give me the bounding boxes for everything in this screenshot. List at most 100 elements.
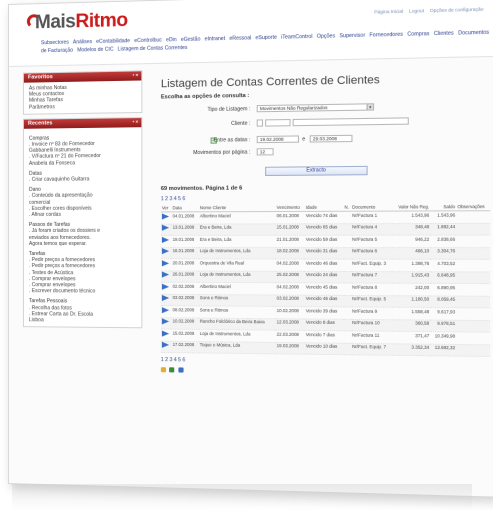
table-cell: 16.01.2008 [171, 247, 198, 259]
view-arrow-icon[interactable] [162, 271, 169, 277]
table-row[interactable]: 17.02.2008 Toque e Música, Lda 19.03.2008 V… [161, 341, 490, 357]
table-cell: 03.02.2008 [171, 294, 198, 306]
view-arrow-icon[interactable] [162, 283, 169, 289]
topnav-item[interactable]: eGestão [181, 36, 201, 43]
link-logout[interactable]: Logout [409, 8, 424, 14]
table-cell [343, 343, 351, 355]
topnav-item[interactable]: Análises [73, 39, 92, 45]
table-row[interactable]: 16.01.2008 Loja de Instrumentos, Lda 18.02… [161, 247, 490, 259]
table-cell: 21.01.2008 [276, 235, 305, 247]
recentes-item[interactable]: Lisboa [29, 317, 136, 324]
top-nav: Subsectores Análises eContabilidade eContro… [41, 29, 484, 56]
cliente-name-field[interactable] [293, 117, 409, 126]
view-arrow-icon[interactable] [162, 342, 169, 348]
table-cell: Vencido 39 dias [305, 307, 344, 319]
page-reflection [12, 484, 472, 510]
movimentos-field[interactable]: 12 [257, 148, 274, 155]
topnav-item[interactable]: Clientes [434, 30, 454, 37]
recentes-item[interactable]: Anabela da Fonseca [29, 159, 136, 166]
table-cell: Vencido 24 dias [305, 271, 344, 283]
table-cell: Vencido 46 dias [305, 295, 344, 307]
pager-bottom[interactable]: 1 2 3 4 5 6 [161, 357, 490, 368]
table-cell [161, 212, 172, 224]
topnav-item[interactable]: eContabilidade [96, 38, 130, 45]
topnav-item[interactable]: iTeamControl [281, 34, 312, 41]
topnav-item[interactable]: Supervisor [339, 33, 365, 40]
recentes-item[interactable]: . Criar cavaquinho Guitarra [29, 176, 136, 183]
recentes-item[interactable]: Agora temos que esperar. [29, 241, 136, 247]
table-cell [161, 259, 172, 271]
table-cell [456, 235, 490, 247]
table-cell: Loja de Instrumentos, Lda [199, 271, 276, 283]
view-arrow-icon[interactable] [162, 260, 169, 266]
submit-row: Extracto [161, 165, 490, 176]
view-arrow-icon[interactable] [162, 236, 169, 242]
link-settings[interactable]: Opções de configuração [430, 7, 484, 14]
pdf-icon[interactable] [178, 367, 183, 372]
table-row[interactable]: 19.01.2008 Era e Beira, Lda 21.01.2008 Venc… [161, 235, 490, 247]
topnav-item[interactable]: Fornecedores [369, 32, 402, 39]
extracto-button[interactable]: Extracto [265, 166, 367, 176]
table-cell: 1.915,43 [392, 271, 430, 283]
cliente-lookup-icon[interactable] [257, 119, 263, 126]
table-cell: Loja de Instrumentos, Lda [199, 247, 276, 259]
topnav-item[interactable]: eRessoal [229, 35, 251, 42]
table-cell: 3.352,34 [392, 343, 430, 355]
topnav-item[interactable]: Compras [407, 31, 429, 38]
panel-controls-icon[interactable]: • × [133, 119, 139, 124]
table-cell: Nr/Factura 10 [351, 319, 392, 331]
topnav-item[interactable]: eSuporte [255, 35, 276, 42]
chevron-down-icon[interactable]: ▾ [367, 104, 373, 109]
topnav-item[interactable]: eIntranet [205, 36, 226, 43]
cliente-row: Cliente : [161, 116, 490, 129]
topnav-item[interactable]: Subsectores [41, 40, 69, 47]
table-cell: 9.617,93 [430, 307, 456, 319]
table-header-cell: Saldo [430, 203, 456, 211]
topnav-item[interactable]: Opções [317, 33, 335, 40]
table-cell: Orquestra de Vila Real [199, 259, 276, 271]
header: MaisRitmo Página Inicial Logout Opções d… [9, 0, 493, 67]
table-header-cell: Observações [456, 203, 490, 211]
table-cell: 1.892,44 [430, 223, 456, 235]
table-cell [456, 259, 490, 271]
table-cell: 13.01.2008 [171, 224, 198, 236]
table-cell: 1.543,96 [392, 211, 430, 223]
table-cell [161, 306, 172, 318]
date-from-field[interactable]: 19.02.2008 [257, 135, 299, 143]
table-row[interactable]: 13.01.2008 Era e Beira, Lda 15.01.2008 Venc… [161, 223, 490, 235]
recentes-item[interactable]: . Escrever documento técnico [29, 288, 136, 295]
view-arrow-icon[interactable] [162, 225, 169, 231]
table-cell: Vencido 59 dias [305, 235, 344, 247]
topnav-item[interactable]: Listagem de Contas Correntes [118, 45, 188, 53]
topnav-item[interactable]: Modelos de CIC [77, 47, 113, 54]
view-arrow-icon[interactable] [162, 213, 169, 219]
link-home[interactable]: Página Inicial [374, 9, 403, 15]
recentes-item[interactable]: . Afinar cordas [29, 212, 136, 219]
pager-top[interactable]: 1 2 3 4 5 6 [161, 194, 490, 202]
tipo-select[interactable]: Movimentos Não Regularizados ▾ [257, 103, 374, 112]
print-icon[interactable] [161, 367, 166, 372]
movimentos-row: Movimentos por página : 12 [161, 146, 490, 158]
excel-icon[interactable] [170, 367, 175, 372]
table-row[interactable]: 04.01.2008 Albertino Maciel 06.01.2008 Venc… [161, 211, 490, 224]
results-count: 69 movimentos. Página 1 de 6 [161, 184, 490, 192]
favoritos-item[interactable]: Parâmetros [29, 103, 136, 111]
logo[interactable]: MaisRitmo [35, 10, 128, 35]
date-to-field[interactable]: 29.03.2008 [310, 135, 353, 143]
view-arrow-icon[interactable] [162, 248, 169, 254]
topnav-item[interactable]: eControlbuc [134, 37, 162, 44]
panel-controls-icon[interactable]: • × [133, 72, 139, 77]
cliente-code-field[interactable] [265, 119, 290, 127]
view-arrow-icon[interactable] [162, 295, 169, 301]
view-arrow-icon[interactable] [162, 330, 169, 336]
table-cell [343, 295, 351, 307]
table-cell: Rancho Folclórico da Beira Baixa [199, 318, 276, 331]
table-row[interactable]: 20.01.2008 Orquestra de Vila Real 04.02.20… [161, 259, 490, 272]
recentes-header[interactable]: Recentes • × [24, 118, 141, 129]
table-cell [456, 223, 490, 235]
view-arrow-icon[interactable] [162, 318, 169, 324]
movements-table: Ver Data Nome Cliente Vencimento Idade N. Docu… [161, 203, 490, 357]
view-arrow-icon[interactable] [162, 307, 169, 313]
topnav-item[interactable]: eDin [166, 37, 177, 43]
logo-text-part2: Ritmo [75, 10, 127, 33]
